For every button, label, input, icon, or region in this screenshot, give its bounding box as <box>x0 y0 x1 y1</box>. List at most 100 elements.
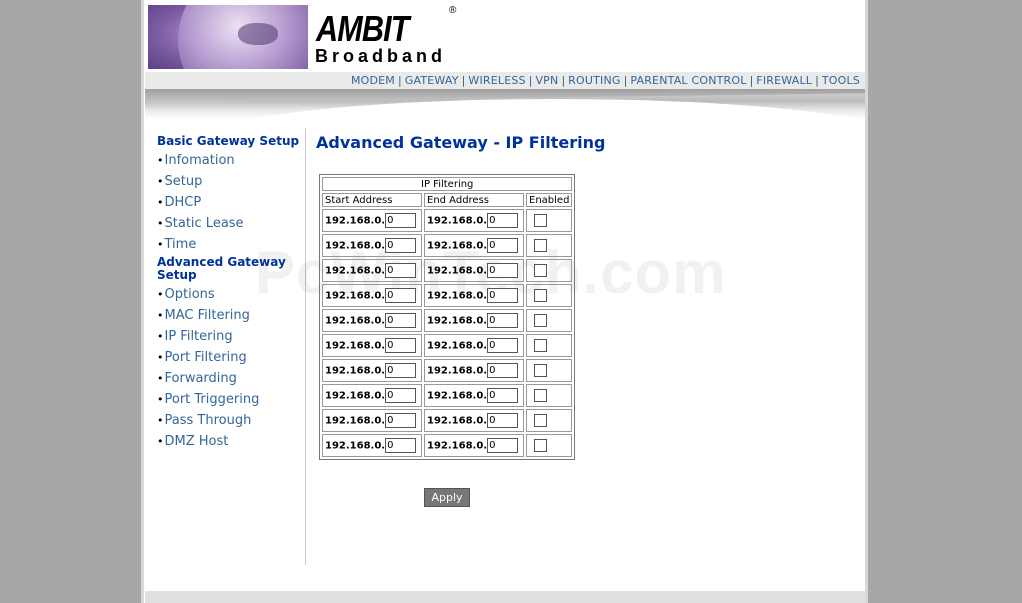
enabled-checkbox[interactable] <box>534 339 547 352</box>
ip-prefix: 192.168.0. <box>325 290 386 302</box>
right-gutter <box>868 0 1022 603</box>
nav-link-firewall[interactable]: FIREWALL <box>756 74 812 87</box>
sidebar-item-label: Setup <box>164 174 203 189</box>
sidebar-basic-list: •Infomation •Setup •DHCP •Static Lease •Time <box>157 150 303 255</box>
apply-button[interactable]: Apply <box>424 488 470 507</box>
nav-link-wireless[interactable]: WIRELESS <box>468 74 525 87</box>
end-address-input[interactable] <box>487 338 519 353</box>
start-address-input[interactable] <box>385 263 417 278</box>
sidebar-item-dmz-host[interactable]: •DMZ Host <box>157 431 303 452</box>
start-address-cell: 192.168.0. <box>322 359 422 382</box>
bullet-icon: • <box>157 435 164 448</box>
sidebar-item-pass-through[interactable]: •Pass Through <box>157 410 303 431</box>
start-address-cell: 192.168.0. <box>322 209 422 232</box>
end-address-input[interactable] <box>487 413 519 428</box>
table-caption-row: IP Filtering <box>322 177 573 191</box>
table-row: 192.168.0. 192.168.0. <box>322 234 573 257</box>
end-address-input[interactable] <box>487 388 519 403</box>
sidebar-item-label: Infomation <box>164 153 235 168</box>
table-header-row: Start Address End Address Enabled <box>322 193 573 207</box>
sidebar: Basic Gateway Setup •Infomation •Setup •DH… <box>157 135 303 452</box>
table-row: 192.168.0. 192.168.0. <box>322 409 573 432</box>
sidebar-item-options[interactable]: •Options <box>157 284 303 305</box>
table-row: 192.168.0. 192.168.0. <box>322 309 573 332</box>
nav-link-routing[interactable]: ROUTING <box>568 74 620 87</box>
nav-separator: | <box>528 74 533 87</box>
sidebar-item-static-lease[interactable]: •Static Lease <box>157 213 303 234</box>
column-header-enabled: Enabled <box>526 193 573 207</box>
end-address-input[interactable] <box>487 288 519 303</box>
start-address-input[interactable] <box>385 388 417 403</box>
enabled-checkbox[interactable] <box>534 314 547 327</box>
sidebar-item-mac-filtering[interactable]: •MAC Filtering <box>157 305 303 326</box>
enabled-checkbox[interactable] <box>534 214 547 227</box>
nav-separator: | <box>623 74 628 87</box>
ambit-logo: AMBIT <box>316 8 409 49</box>
ip-prefix: 192.168.0. <box>325 440 386 452</box>
end-address-input[interactable] <box>487 438 519 453</box>
top-nav: MODEM | GATEWAY | WIRELESS | VPN | ROUTING | PAREN… <box>145 72 865 89</box>
nav-link-tools[interactable]: TOOLS <box>822 74 860 87</box>
start-address-input[interactable] <box>385 438 417 453</box>
enabled-cell <box>526 209 573 232</box>
sidebar-item-label: IP Filtering <box>164 329 233 344</box>
start-address-input[interactable] <box>385 213 417 228</box>
enabled-checkbox[interactable] <box>534 364 547 377</box>
start-address-input[interactable] <box>385 238 417 253</box>
registered-mark: ® <box>449 5 457 16</box>
enabled-checkbox[interactable] <box>534 414 547 427</box>
ip-prefix: 192.168.0. <box>325 365 386 377</box>
start-address-cell: 192.168.0. <box>322 384 422 407</box>
sidebar-item-port-filtering[interactable]: •Port Filtering <box>157 347 303 368</box>
end-address-input[interactable] <box>487 213 519 228</box>
bullet-icon: • <box>157 196 164 209</box>
end-address-input[interactable] <box>487 313 519 328</box>
enabled-cell <box>526 309 573 332</box>
end-address-input[interactable] <box>487 363 519 378</box>
sidebar-item-dhcp[interactable]: •DHCP <box>157 192 303 213</box>
end-address-cell: 192.168.0. <box>424 309 524 332</box>
end-address-input[interactable] <box>487 238 519 253</box>
sidebar-item-ip-filtering[interactable]: •IP Filtering <box>157 326 303 347</box>
start-address-input[interactable] <box>385 313 417 328</box>
bullet-icon: • <box>157 175 164 188</box>
end-address-input[interactable] <box>487 263 519 278</box>
enabled-checkbox[interactable] <box>534 264 547 277</box>
ip-prefix: 192.168.0. <box>325 340 386 352</box>
sidebar-item-port-triggering[interactable]: •Port Triggering <box>157 389 303 410</box>
sidebar-item-label: DHCP <box>164 195 202 210</box>
start-address-input[interactable] <box>385 363 417 378</box>
enabled-cell <box>526 359 573 382</box>
ip-filter-table: IP Filtering Start Address End Address E… <box>319 174 576 460</box>
nav-link-vpn[interactable]: VPN <box>535 74 558 87</box>
enabled-checkbox[interactable] <box>534 289 547 302</box>
sidebar-item-setup[interactable]: •Setup <box>157 171 303 192</box>
enabled-checkbox[interactable] <box>534 439 547 452</box>
enabled-checkbox[interactable] <box>534 239 547 252</box>
nav-link-parental-control[interactable]: PARENTAL CONTROL <box>630 74 746 87</box>
enabled-checkbox[interactable] <box>534 389 547 402</box>
nav-link-modem[interactable]: MODEM <box>351 74 395 87</box>
column-header-start: Start Address <box>322 193 422 207</box>
table-row: 192.168.0. 192.168.0. <box>322 434 573 457</box>
sidebar-item-label: Port Triggering <box>164 392 260 407</box>
sidebar-item-label: Port Filtering <box>164 350 247 365</box>
sidebar-item-time[interactable]: •Time <box>157 234 303 255</box>
start-address-input[interactable] <box>385 338 417 353</box>
sidebar-item-forwarding[interactable]: •Forwarding <box>157 368 303 389</box>
bullet-icon: • <box>157 288 164 301</box>
ip-prefix: 192.168.0. <box>325 265 386 277</box>
sidebar-item-infomation[interactable]: •Infomation <box>157 150 303 171</box>
ip-prefix: 192.168.0. <box>325 215 386 227</box>
enabled-cell <box>526 409 573 432</box>
nav-separator: | <box>398 74 402 87</box>
start-address-input[interactable] <box>385 288 417 303</box>
start-address-cell: 192.168.0. <box>322 409 422 432</box>
ip-prefix: 192.168.0. <box>427 390 488 402</box>
nav-link-gateway[interactable]: GATEWAY <box>405 74 459 87</box>
sidebar-advanced-list: •Options •MAC Filtering •IP Filtering •Port… <box>157 284 303 452</box>
sidebar-item-label: DMZ Host <box>164 434 229 449</box>
end-address-cell: 192.168.0. <box>424 384 524 407</box>
end-address-cell: 192.168.0. <box>424 334 524 357</box>
start-address-input[interactable] <box>385 413 417 428</box>
